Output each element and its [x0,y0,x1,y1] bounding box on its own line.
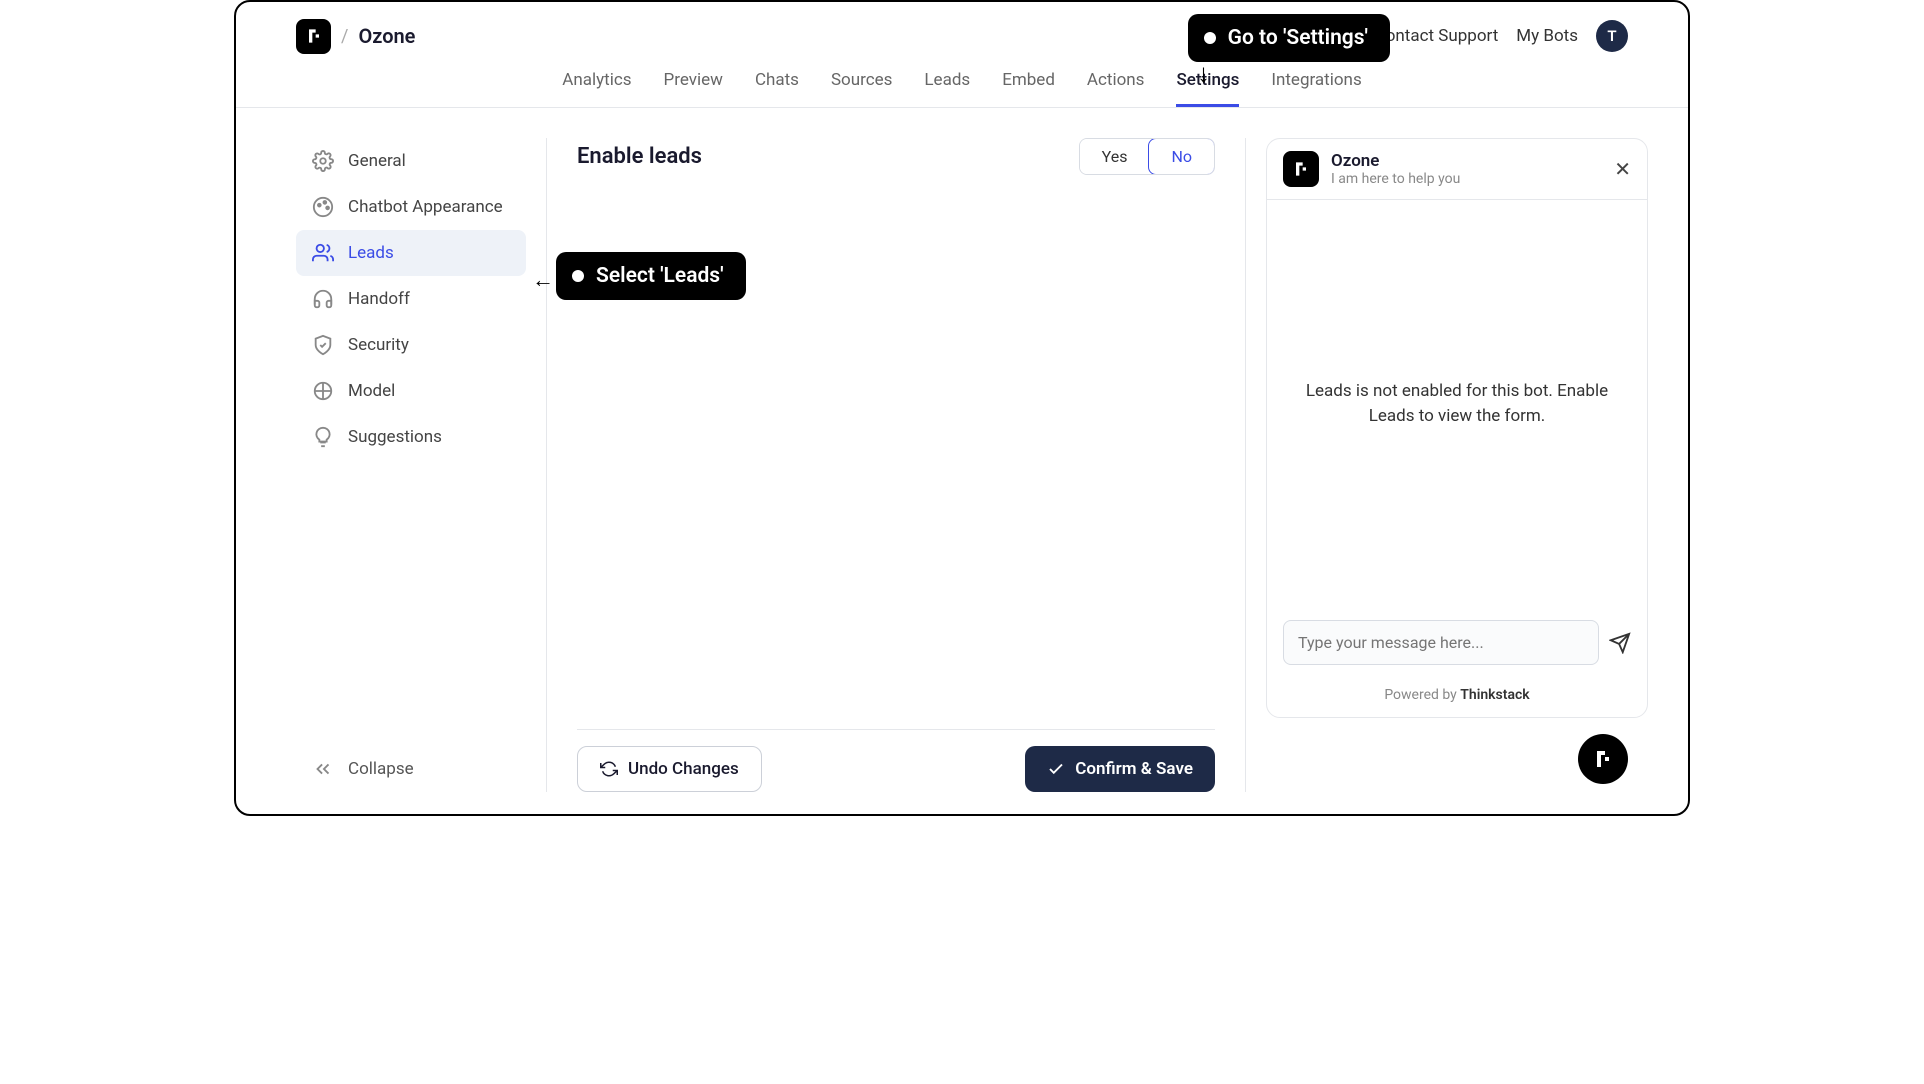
sidebar-item-label: General [348,151,406,171]
headset-icon [312,288,334,310]
collapse-button[interactable]: Collapse [296,746,526,792]
arrow-down-icon: ↓ [1197,58,1210,89]
my-bots-link[interactable]: My Bots [1516,26,1578,46]
sidebar-item-label: Chatbot Appearance [348,197,503,217]
toggle-yes[interactable]: Yes [1080,139,1150,174]
top-right-links: Contact Support My Bots T [1375,20,1628,52]
collapse-label: Collapse [348,759,414,779]
sidebar: General Chatbot Appearance Leads Handoff… [296,138,526,792]
sidebar-item-general[interactable]: General [296,138,526,184]
callout-settings: Go to 'Settings' [1188,14,1390,62]
check-icon [1047,760,1065,778]
brain-icon [312,380,334,402]
chat-subtitle: I am here to help you [1331,171,1602,187]
nav-tabs: Analytics Preview Chats Sources Leads Em… [236,56,1688,108]
close-icon[interactable]: ✕ [1614,157,1631,181]
sidebar-item-model[interactable]: Model [296,368,526,414]
tab-preview[interactable]: Preview [664,70,723,107]
enable-toggle: Yes No [1079,138,1215,175]
shield-icon [312,334,334,356]
sidebar-item-label: Security [348,335,409,355]
sidebar-item-label: Leads [348,243,394,263]
refresh-icon [600,760,618,778]
undo-button[interactable]: Undo Changes [577,746,762,792]
app-logo-icon[interactable] [296,19,331,54]
content: Enable leads Yes No Undo Changes Confirm… [546,138,1246,792]
sidebar-item-appearance[interactable]: Chatbot Appearance [296,184,526,230]
chat-input[interactable] [1283,620,1599,665]
chat-card: Ozone I am here to help you ✕ Leads is n… [1266,138,1648,718]
tab-analytics[interactable]: Analytics [562,70,631,107]
tab-chats[interactable]: Chats [755,70,799,107]
sidebar-item-handoff[interactable]: Handoff [296,276,526,322]
tab-actions[interactable]: Actions [1087,70,1145,107]
lightbulb-icon [312,426,334,448]
contact-support-link[interactable]: Contact Support [1375,26,1499,46]
callout-text: Select 'Leads' [596,264,724,288]
breadcrumb: / Ozone [296,19,415,54]
chat-footer: Powered by Thinkstack [1267,677,1647,717]
chat-logo-icon [1283,151,1319,187]
breadcrumb-separator: / [341,26,348,47]
collapse-icon [312,758,334,780]
chat-panel: Ozone I am here to help you ✕ Leads is n… [1266,138,1648,792]
undo-label: Undo Changes [628,759,739,779]
powered-prefix: Powered by [1384,687,1460,703]
sidebar-item-label: Model [348,381,395,401]
top-bar: / Ozone Contact Support My Bots T [236,2,1688,56]
tab-sources[interactable]: Sources [831,70,892,107]
powered-brand: Thinkstack [1460,687,1529,703]
send-icon[interactable] [1609,632,1631,654]
chat-empty-message: Leads is not enabled for this bot. Enabl… [1287,379,1627,430]
confirm-label: Confirm & Save [1075,759,1193,779]
sidebar-item-suggestions[interactable]: Suggestions [296,414,526,460]
tab-leads[interactable]: Leads [924,70,970,107]
chat-name: Ozone [1331,151,1602,171]
avatar[interactable]: T [1596,20,1628,52]
chat-fab[interactable] [1578,734,1628,784]
toggle-no[interactable]: No [1148,138,1215,175]
users-icon [312,242,334,264]
bot-name: Ozone [358,24,415,48]
callout-leads: Select 'Leads' [556,252,746,300]
sidebar-item-security[interactable]: Security [296,322,526,368]
callout-text: Go to 'Settings' [1228,26,1368,50]
confirm-save-button[interactable]: Confirm & Save [1025,746,1215,792]
tab-integrations[interactable]: Integrations [1271,70,1361,107]
sidebar-item-label: Suggestions [348,427,442,447]
sidebar-item-label: Handoff [348,289,410,309]
palette-icon [312,196,334,218]
arrow-left-icon: ← [532,267,554,293]
gear-icon [312,150,334,172]
tab-embed[interactable]: Embed [1002,70,1055,107]
main: General Chatbot Appearance Leads Handoff… [236,108,1688,812]
page-title: Enable leads [577,144,702,169]
sidebar-item-leads[interactable]: Leads [296,230,526,276]
